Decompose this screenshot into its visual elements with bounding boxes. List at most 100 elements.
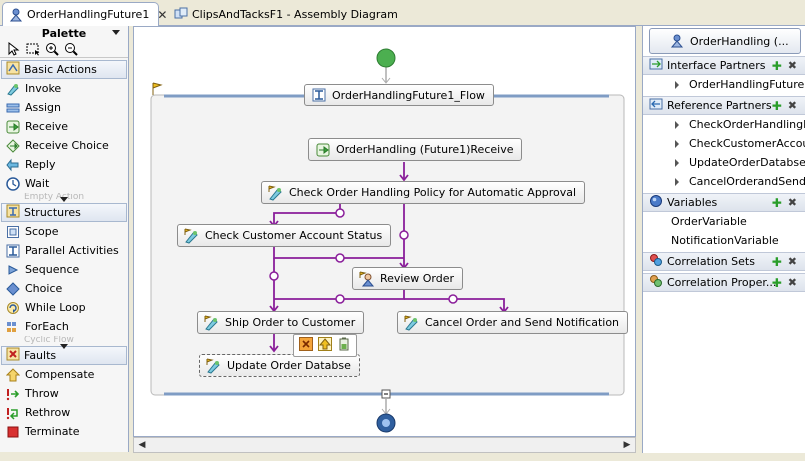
tree-item-interface-partner[interactable]: OrderHandlingFuture1P	[643, 75, 805, 94]
palette-item-while-loop[interactable]: While Loop	[0, 298, 128, 317]
palette-item-terminate[interactable]: Terminate	[0, 422, 128, 441]
tree-item-variable[interactable]: NotificationVariable	[643, 231, 805, 250]
tree-item-variable[interactable]: OrderVariable	[643, 212, 805, 231]
choice-icon	[6, 281, 20, 296]
palette-item-compensate[interactable]: Compensate	[0, 365, 128, 384]
delete-icon[interactable]: ✖	[788, 256, 797, 268]
link-condition-marker	[269, 271, 279, 281]
move-up-icon[interactable]	[318, 337, 332, 354]
tab-orderhandlingfuture1[interactable]: OrderHandlingFuture1 ✕	[2, 2, 167, 26]
invoke-icon	[6, 82, 20, 96]
receive-icon	[315, 142, 331, 158]
process-button[interactable]: OrderHandling (...	[649, 28, 801, 54]
invoke-node-update[interactable]: Update Order Databse	[199, 354, 360, 377]
palette-item-assign[interactable]: Assign	[0, 98, 128, 117]
palette-drawer-basic-actions[interactable]: Basic Actions	[1, 60, 127, 79]
palette-tools	[0, 40, 128, 58]
section-interface-partners[interactable]: Interface Partners ✚ ✖	[643, 56, 805, 75]
delete-icon[interactable]	[299, 337, 313, 354]
palette-item-cyclic-flow[interactable]: Cyclic Flow	[0, 336, 128, 344]
add-icon[interactable]: ✚	[772, 60, 782, 72]
invoke-icon	[404, 315, 420, 331]
reference-partner-icon	[649, 97, 663, 114]
palette-item-throw[interactable]: Throw	[0, 384, 128, 403]
zoom-out-icon[interactable]	[63, 41, 79, 57]
structures-icon	[6, 204, 20, 221]
add-icon[interactable]: ✚	[772, 277, 782, 289]
receive-icon	[6, 120, 20, 134]
palette-item-receive-choice[interactable]: Receive Choice	[0, 136, 128, 155]
section-correlation-properties[interactable]: Correlation Proper... ✚ ✖	[643, 273, 805, 292]
add-icon[interactable]: ✚	[772, 256, 782, 268]
process-tray: OrderHandling (... Interface Partners ✚ ✖…	[642, 26, 805, 453]
tab-label: ClipsAndTacksF1 - Assembly Diagram	[192, 7, 398, 21]
parallel-activities-icon	[6, 244, 20, 258]
section-reference-partners[interactable]: Reference Partners ✚ ✖	[643, 96, 805, 115]
process-canvas[interactable]: OrderHandlingFuture1_Flow OrderHandling …	[133, 26, 636, 437]
expand-icon[interactable]	[675, 158, 679, 167]
receive-choice-icon	[6, 138, 20, 153]
section-correlation-sets[interactable]: Correlation Sets ✚ ✖	[643, 252, 805, 271]
palette-item-sequence[interactable]: Sequence	[0, 260, 128, 279]
section-variables[interactable]: Variables ✚ ✖	[643, 193, 805, 212]
delete-icon[interactable]: ✖	[788, 60, 797, 72]
rethrow-icon	[6, 406, 20, 420]
basic-actions-icon	[6, 61, 20, 78]
tree-item-reference-partner[interactable]: CheckOrderHandlingPol	[643, 115, 805, 134]
palette-item-parallel-activities[interactable]: Parallel Activities	[0, 241, 128, 260]
editor-tab-bar: OrderHandlingFuture1 ✕ ClipsAndTacksF1 -…	[0, 0, 805, 26]
invoke-node-check-policy[interactable]: Check Order Handling Policy for Automati…	[261, 181, 586, 204]
close-icon[interactable]: ✕	[157, 8, 167, 22]
marquee-select-icon[interactable]	[25, 41, 41, 57]
tree-item-reference-partner[interactable]: UpdateOrderDatabsePa	[643, 153, 805, 172]
receive-node[interactable]: OrderHandling (Future1)Receive	[308, 138, 523, 161]
flow-node[interactable]: OrderHandlingFuture1_Flow	[304, 84, 494, 106]
palette-item-invoke[interactable]: Invoke	[0, 79, 128, 98]
palette-item-rethrow[interactable]: Rethrow	[0, 403, 128, 422]
select-arrow-icon[interactable]	[6, 41, 22, 57]
expand-icon[interactable]	[675, 80, 679, 89]
zoom-in-icon[interactable]	[44, 41, 60, 57]
delete-icon[interactable]: ✖	[788, 197, 797, 209]
delete-icon[interactable]: ✖	[788, 100, 797, 112]
compensate-icon	[6, 367, 20, 382]
flag-icon	[152, 82, 163, 95]
palette-item-receive[interactable]: Receive	[0, 117, 128, 136]
process-icon	[9, 8, 23, 22]
tree-item-reference-partner[interactable]: CancelOrderandSendNo	[643, 172, 805, 191]
palette-header[interactable]: Palette	[0, 26, 128, 40]
add-icon[interactable]: ✚	[772, 100, 782, 112]
scroll-down-icon[interactable]	[60, 344, 68, 349]
invoke-node-ship[interactable]: Ship Order to Customer	[197, 311, 365, 334]
node-action-bar	[293, 334, 357, 357]
link-condition-marker	[335, 294, 345, 304]
battery-icon[interactable]	[337, 337, 351, 354]
expand-icon[interactable]	[675, 139, 679, 148]
clock-icon	[6, 176, 20, 191]
link-condition-marker	[335, 208, 345, 218]
invoke-node-check-customer[interactable]: Check Customer Account Status	[177, 224, 392, 247]
tree-item-reference-partner[interactable]: CheckCustomerAccount	[643, 134, 805, 153]
invoke-icon	[206, 358, 222, 374]
palette-drawer-structures[interactable]: Structures	[1, 203, 127, 222]
expand-icon[interactable]	[675, 177, 679, 186]
tab-assembly-diagram[interactable]: ClipsAndTacksF1 - Assembly Diagram	[168, 2, 398, 26]
delete-icon[interactable]: ✖	[788, 277, 797, 289]
palette-item-reply[interactable]: Reply	[0, 155, 128, 174]
add-icon[interactable]: ✚	[772, 197, 782, 209]
scroll-left-icon[interactable]: ◀	[135, 439, 149, 451]
scroll-right-icon[interactable]: ▶	[620, 439, 634, 451]
palette-item-wait[interactable]: Wait	[0, 174, 128, 193]
canvas-horizontal-scrollbar[interactable]: ◀ ▶	[133, 437, 636, 453]
human-task-node-review[interactable]: Review Order	[352, 267, 464, 290]
palette-item-foreach[interactable]: ForEach	[0, 317, 128, 336]
tab-label: OrderHandlingFuture1	[27, 8, 150, 21]
invoke-node-cancel[interactable]: Cancel Order and Send Notification	[397, 311, 629, 334]
palette-item-scope[interactable]: Scope	[0, 222, 128, 241]
scroll-down-icon[interactable]	[60, 197, 68, 202]
palette-item-choice[interactable]: Choice	[0, 279, 128, 298]
palette-menu-icon[interactable]	[112, 30, 120, 35]
expand-icon[interactable]	[675, 120, 679, 129]
variable-icon	[649, 194, 663, 211]
invoke-icon	[184, 228, 200, 244]
